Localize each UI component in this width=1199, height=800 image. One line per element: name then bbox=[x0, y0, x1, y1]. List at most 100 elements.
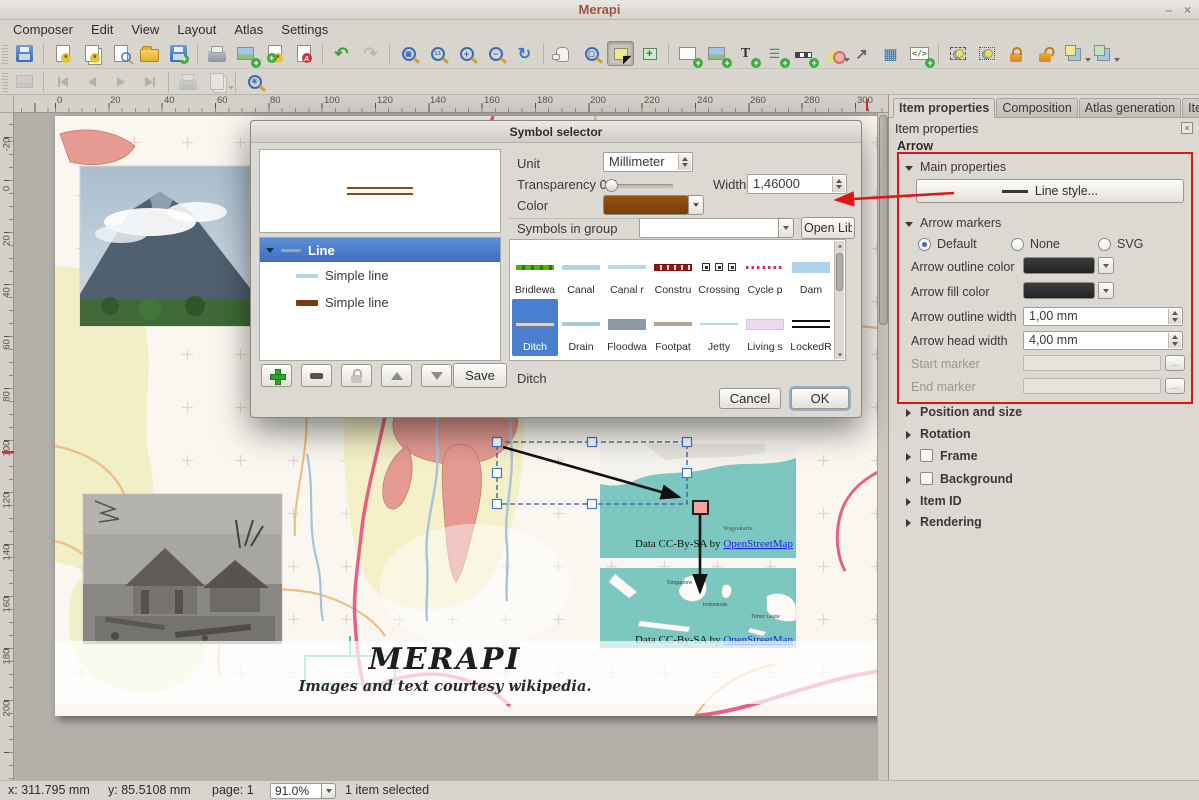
add-symbol-layer-button[interactable] bbox=[261, 364, 292, 387]
arrow-head-width-spinbox[interactable]: 4,00 mm bbox=[1023, 331, 1183, 350]
add-map-icon[interactable] bbox=[674, 41, 701, 66]
tab-composition[interactable]: Composition bbox=[996, 98, 1077, 117]
ok-button[interactable]: OK bbox=[791, 388, 849, 409]
add-shape-icon[interactable] bbox=[819, 41, 846, 66]
volcano-photo[interactable] bbox=[80, 166, 250, 326]
outline-color-dropdown[interactable] bbox=[1098, 257, 1114, 274]
add-legend-icon[interactable] bbox=[761, 41, 788, 66]
frame-checkbox[interactable] bbox=[920, 449, 933, 462]
group-items-icon[interactable] bbox=[944, 41, 971, 66]
radio-svg[interactable] bbox=[1098, 238, 1111, 251]
menu-view[interactable]: View bbox=[122, 21, 168, 38]
symbols-group-combo[interactable] bbox=[639, 218, 779, 238]
tree-caret-icon[interactable] bbox=[266, 248, 274, 253]
tree-item-simple-line-1[interactable]: Simple line bbox=[260, 262, 500, 289]
window-titlebar[interactable]: Merapi – × bbox=[0, 0, 1199, 20]
arrow-markers-header[interactable]: Arrow markers bbox=[920, 216, 1001, 230]
tree-item-simple-line-2[interactable]: Simple line bbox=[260, 289, 500, 316]
background-checkbox[interactable] bbox=[920, 472, 933, 485]
line-style-button[interactable]: Line style... bbox=[916, 179, 1184, 203]
export-image-icon[interactable] bbox=[232, 41, 259, 66]
ungroup-items-icon[interactable] bbox=[973, 41, 1000, 66]
expand-caret-icon[interactable] bbox=[906, 453, 911, 461]
atlas-last-icon[interactable] bbox=[136, 69, 163, 94]
symbol-crossing[interactable]: Crossing bbox=[696, 242, 742, 299]
width-spinbox[interactable]: 1,46000 bbox=[747, 174, 847, 194]
redo-icon[interactable] bbox=[357, 41, 384, 66]
atlas-preview-icon[interactable] bbox=[11, 69, 38, 94]
open-template-icon[interactable] bbox=[136, 41, 163, 66]
tab-items[interactable]: Items bbox=[1182, 98, 1199, 117]
expand-caret-icon[interactable] bbox=[906, 431, 911, 439]
symbol-cycle-path[interactable]: Cycle p bbox=[742, 242, 788, 299]
inset-map-indonesia[interactable]: Singapore Indonesia Timor Leste Data CC-… bbox=[600, 568, 796, 648]
section-rendering[interactable]: Rendering bbox=[920, 515, 982, 529]
lock-layer-color-button[interactable] bbox=[341, 364, 372, 387]
zoom-in-icon[interactable] bbox=[453, 41, 480, 66]
close-icon[interactable]: × bbox=[1184, 3, 1191, 17]
composition-manager-icon[interactable] bbox=[107, 41, 134, 66]
zoom-full-icon[interactable] bbox=[395, 41, 422, 66]
menu-settings[interactable]: Settings bbox=[272, 21, 337, 38]
atlas-prev-icon[interactable] bbox=[78, 69, 105, 94]
arrow-outline-width-spinbox[interactable]: 1,00 mm bbox=[1023, 307, 1183, 326]
menu-layout[interactable]: Layout bbox=[168, 21, 225, 38]
symbol-floodway[interactable]: Floodwa bbox=[604, 299, 650, 356]
add-label-icon[interactable] bbox=[732, 41, 759, 66]
move-layer-up-button[interactable] bbox=[381, 364, 412, 387]
zoom-actual-icon[interactable] bbox=[424, 41, 451, 66]
symbol-drain[interactable]: Drain bbox=[558, 299, 604, 356]
refresh-icon[interactable] bbox=[511, 41, 538, 66]
symbol-canal[interactable]: Canal bbox=[558, 242, 604, 299]
add-html-icon[interactable] bbox=[906, 41, 933, 66]
tab-atlas-generation[interactable]: Atlas generation bbox=[1079, 98, 1181, 117]
tab-item-properties[interactable]: Item properties bbox=[893, 98, 995, 118]
expand-caret-icon[interactable] bbox=[906, 498, 911, 506]
minimize-icon[interactable]: – bbox=[1165, 3, 1172, 17]
color-swatch[interactable] bbox=[603, 195, 689, 215]
symbol-grid-scrollbar[interactable] bbox=[834, 241, 844, 359]
arrow-outline-color-swatch[interactable] bbox=[1023, 257, 1095, 274]
unlock-items-icon[interactable] bbox=[1031, 41, 1058, 66]
atlas-next-icon[interactable] bbox=[107, 69, 134, 94]
start-marker-field[interactable] bbox=[1023, 355, 1161, 371]
transparency-slider[interactable] bbox=[607, 184, 673, 188]
radio-svg-label[interactable]: SVG bbox=[1117, 237, 1143, 251]
open-library-button[interactable]: Open Library bbox=[801, 217, 855, 239]
atlas-first-icon[interactable] bbox=[49, 69, 76, 94]
symbol-locked-road[interactable]: LockedR bbox=[788, 299, 834, 356]
menu-edit[interactable]: Edit bbox=[82, 21, 122, 38]
cancel-button[interactable]: Cancel bbox=[719, 388, 781, 409]
save-as-template-icon[interactable] bbox=[165, 41, 192, 66]
print-icon[interactable] bbox=[203, 41, 230, 66]
menu-atlas[interactable]: Atlas bbox=[225, 21, 272, 38]
section-background[interactable]: Background bbox=[940, 472, 1013, 486]
symbol-canal-r[interactable]: Canal r bbox=[604, 242, 650, 299]
menu-composer[interactable]: Composer bbox=[4, 21, 82, 38]
panel-close-icon[interactable] bbox=[1181, 122, 1193, 134]
expand-caret-icon[interactable] bbox=[906, 476, 911, 484]
move-layer-down-button[interactable] bbox=[421, 364, 452, 387]
expand-caret-icon[interactable] bbox=[906, 409, 911, 417]
export-pdf-icon[interactable] bbox=[290, 41, 317, 66]
move-item-content-icon[interactable] bbox=[636, 41, 663, 66]
radio-none-label[interactable]: None bbox=[1030, 237, 1060, 251]
arrow-fill-color-swatch[interactable] bbox=[1023, 282, 1095, 299]
undo-icon[interactable] bbox=[328, 41, 355, 66]
add-scalebar-icon[interactable] bbox=[790, 41, 817, 66]
save-symbol-button[interactable]: Save bbox=[453, 363, 507, 388]
symbol-living-street[interactable]: Living s bbox=[742, 299, 788, 356]
symbol-dam[interactable]: Dam bbox=[788, 242, 834, 299]
raise-items-icon[interactable] bbox=[1060, 41, 1087, 66]
align-items-icon[interactable] bbox=[1089, 41, 1116, 66]
section-item-id[interactable]: Item ID bbox=[920, 494, 962, 508]
zoom-region-icon[interactable] bbox=[578, 41, 605, 66]
symbol-construction[interactable]: Constru bbox=[650, 242, 696, 299]
symbol-bridleway[interactable]: Bridlewa bbox=[512, 242, 558, 299]
main-properties-header[interactable]: Main properties bbox=[920, 160, 1006, 174]
atlas-print-icon[interactable] bbox=[174, 69, 201, 94]
dialog-titlebar[interactable]: Symbol selector bbox=[251, 121, 861, 143]
atlas-export-icon[interactable] bbox=[203, 69, 230, 94]
select-move-item-icon[interactable] bbox=[607, 41, 634, 66]
section-frame[interactable]: Frame bbox=[940, 449, 978, 463]
